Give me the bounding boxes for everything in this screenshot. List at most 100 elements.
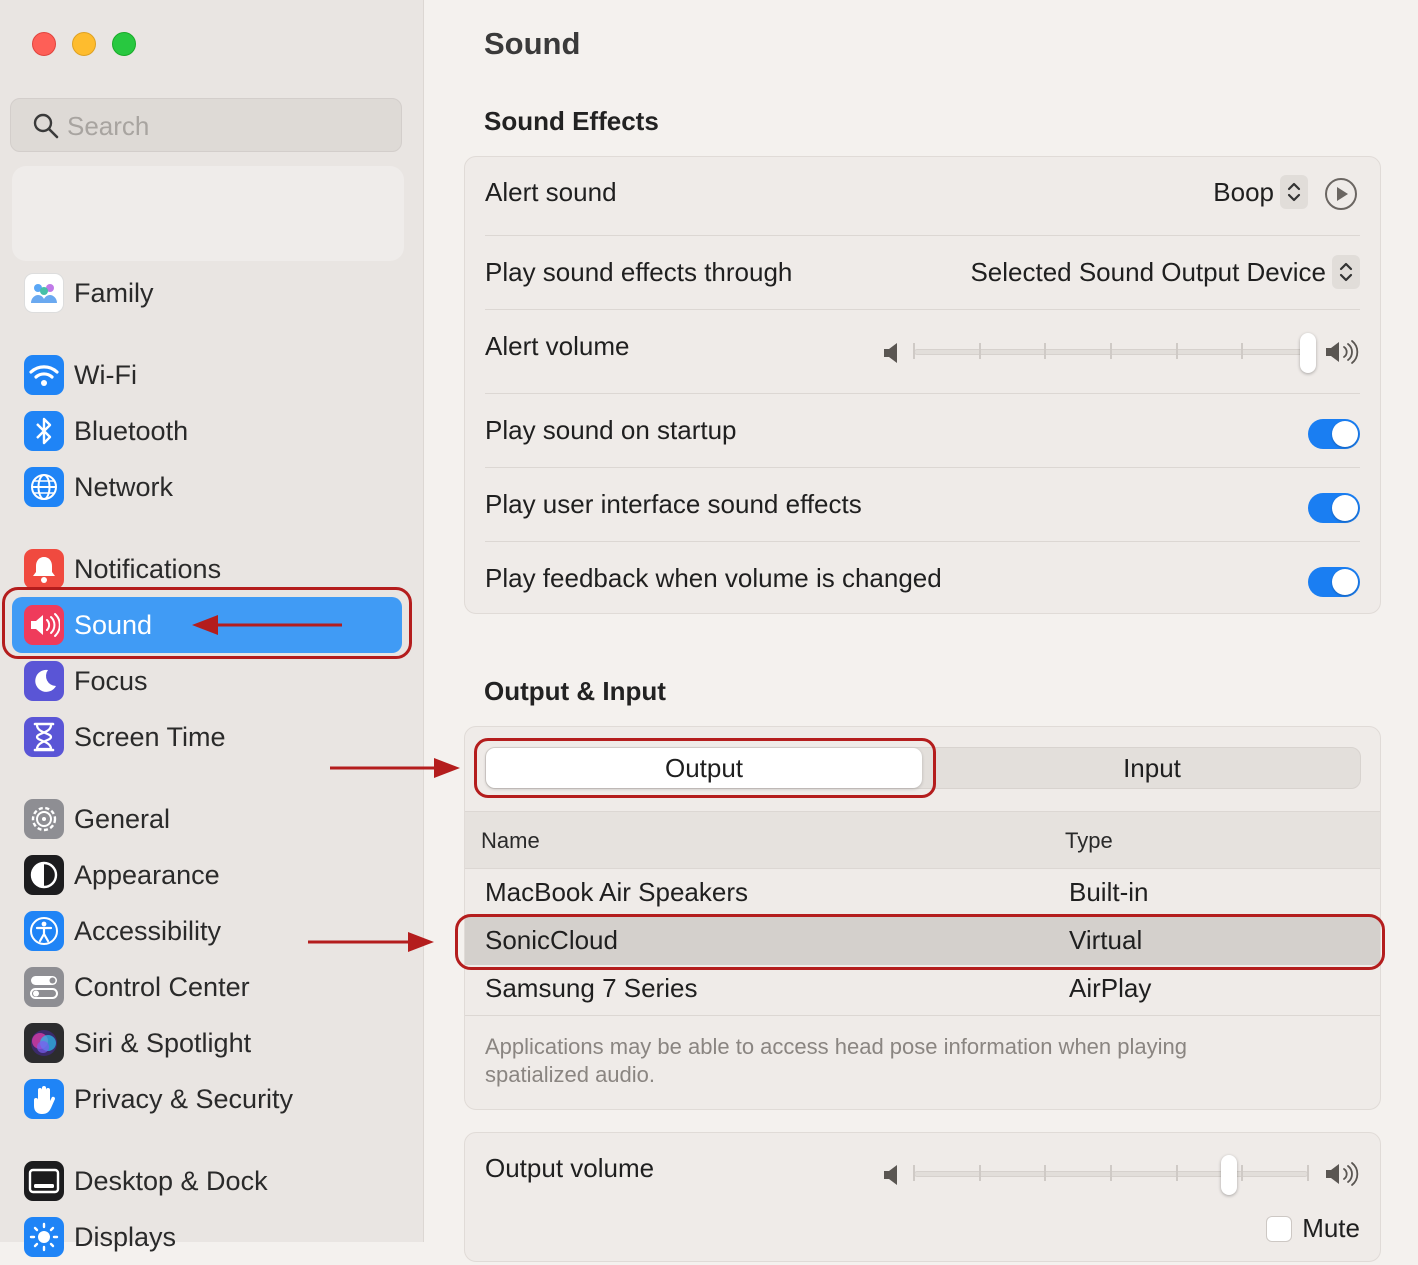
- bluetooth-icon: [24, 411, 64, 451]
- search-input[interactable]: [65, 109, 389, 143]
- slider-tick: [1241, 1165, 1244, 1181]
- zoom-window-button[interactable]: [112, 32, 136, 56]
- sidebar-item-displays[interactable]: Displays: [12, 1209, 402, 1265]
- sidebar-item-privacy-security[interactable]: Privacy & Security: [12, 1071, 402, 1127]
- slider-tick: [1175, 343, 1178, 359]
- alert-volume-label: Alert volume: [485, 331, 630, 361]
- gear-icon: [24, 799, 64, 839]
- sidebar-item-label: Notifications: [74, 554, 222, 584]
- sidebar-item-label: Displays: [74, 1222, 177, 1252]
- divider: [485, 393, 1360, 394]
- sidebar-item-label: Focus: [74, 666, 148, 696]
- device-name: Samsung 7 Series: [485, 973, 698, 1003]
- sidebar-item-desktop-dock[interactable]: Desktop & Dock: [12, 1153, 402, 1209]
- play-alert-sound-button[interactable]: [1324, 177, 1358, 211]
- mute-checkbox[interactable]: [1266, 1215, 1293, 1242]
- annotation-highlight-output-tab: [474, 738, 936, 798]
- slider-tick: [913, 343, 915, 359]
- sidebar-item-appearance[interactable]: Appearance: [12, 847, 402, 903]
- alert-sound-label: Alert sound: [485, 177, 617, 207]
- globe-icon: [24, 467, 64, 507]
- play-through-popup[interactable]: Selected Sound Output Device: [970, 255, 1360, 289]
- annotation-highlight-soniccloud: [455, 914, 1385, 970]
- sidebar-item-general[interactable]: General: [12, 791, 402, 847]
- main-content: Sound Sound Effects Alert sound Boop Pla…: [308, 0, 1418, 1262]
- output-volume-group: Output volume Mute: [464, 1132, 1381, 1262]
- siri-icon: [24, 1023, 64, 1063]
- close-window-button[interactable]: [32, 32, 56, 56]
- wifi-icon: [24, 355, 64, 395]
- output-volume-slider[interactable]: [882, 1153, 1360, 1195]
- volume-low-icon: [884, 343, 897, 363]
- hourglass-icon: [24, 717, 64, 757]
- tab-input[interactable]: Input: [942, 748, 1362, 788]
- alert-volume-slider[interactable]: [882, 331, 1360, 373]
- sidebar-item-label: General: [74, 804, 171, 834]
- sidebar-item-bluetooth[interactable]: Bluetooth: [12, 403, 402, 459]
- hand-icon: [24, 1079, 64, 1119]
- startup-sound-toggle[interactable]: [1308, 419, 1360, 449]
- play-through-label: Play sound effects through: [485, 257, 793, 287]
- divider: [485, 467, 1360, 468]
- slider-tick: [913, 1165, 915, 1181]
- sidebar-item-focus[interactable]: Focus: [12, 653, 402, 709]
- sidebar-item-label: Siri & Spotlight: [74, 1028, 252, 1058]
- slider-tick: [1110, 1165, 1112, 1181]
- mute-label: Mute: [1302, 1213, 1360, 1243]
- sidebar-item-label: Desktop & Dock: [74, 1166, 268, 1196]
- slider-tick: [978, 1165, 981, 1181]
- play-through-row: Play sound effects through Selected Soun…: [485, 237, 1360, 311]
- ui-effects-toggle[interactable]: [1308, 493, 1360, 523]
- slider-thumb[interactable]: [1300, 333, 1316, 373]
- output-volume-row: Output volume: [485, 1133, 1360, 1207]
- sidebar-item-family[interactable]: Family: [12, 265, 402, 321]
- alert-sound-row: Alert sound Boop: [485, 157, 1360, 231]
- divider: [485, 541, 1360, 542]
- device-type: AirPlay: [1069, 973, 1152, 1003]
- device-row-macbook-air-speakers[interactable]: MacBook Air Speakers Built-in: [465, 869, 1380, 917]
- startup-sound-row: Play sound on startup: [485, 395, 1360, 469]
- sidebar: Family Wi-Fi Bluetooth: [0, 0, 424, 1257]
- sidebar-item-label: Family: [74, 278, 154, 308]
- sidebar-item-label: Control Center: [74, 972, 250, 1002]
- sidebar-item-label: Privacy & Security: [74, 1084, 294, 1114]
- annotation-arrow-left: [192, 615, 342, 635]
- sidebar-item-wifi[interactable]: Wi-Fi: [12, 347, 402, 403]
- divider: [485, 235, 1360, 236]
- slider-thumb[interactable]: [1221, 1155, 1238, 1195]
- alert-sound-popup[interactable]: Boop: [1213, 175, 1308, 209]
- dock-icon: [24, 1161, 64, 1201]
- divider: [465, 1015, 1380, 1016]
- search-field[interactable]: [10, 98, 402, 152]
- slider-tick: [1044, 1165, 1047, 1181]
- sound-effects-group: Alert sound Boop Play sound effects thro…: [464, 156, 1381, 614]
- ui-effects-row: Play user interface sound effects: [485, 469, 1360, 543]
- mute-control[interactable]: Mute: [1266, 1213, 1360, 1244]
- volume-low-icon: [884, 1165, 897, 1185]
- volume-high-icon: [1326, 1162, 1359, 1186]
- sidebar-item-label: Bluetooth: [74, 416, 189, 446]
- slider-tick: [1044, 343, 1047, 359]
- annotation-arrow-right-soniccloud: [308, 932, 434, 952]
- sidebar-item-network[interactable]: Network: [12, 459, 402, 515]
- device-type: Built-in: [1069, 877, 1149, 907]
- bell-icon: [24, 549, 64, 589]
- column-header-name[interactable]: Name: [481, 828, 540, 854]
- minimize-window-button[interactable]: [72, 32, 96, 56]
- search-icon: [33, 113, 59, 139]
- volume-feedback-toggle[interactable]: [1308, 567, 1360, 597]
- control-center-icon: [24, 967, 64, 1007]
- slider-tick: [1110, 343, 1112, 359]
- sidebar-item-siri-spotlight[interactable]: Siri & Spotlight: [12, 1015, 402, 1071]
- ui-effects-label: Play user interface sound effects: [485, 489, 862, 519]
- head-pose-note: Applications may be able to access head …: [485, 1034, 1187, 1087]
- chevron-updown-icon: [1332, 255, 1360, 289]
- toggle-knob: [1332, 495, 1358, 521]
- sidebar-item-control-center[interactable]: Control Center: [12, 959, 402, 1015]
- device-row-samsung-7-series[interactable]: Samsung 7 Series AirPlay: [465, 965, 1380, 1013]
- slider-tick: [1175, 1165, 1178, 1181]
- apple-account-card[interactable]: [12, 166, 404, 261]
- moon-icon: [24, 661, 64, 701]
- column-header-type[interactable]: Type: [1065, 828, 1113, 854]
- slider-tick: [1241, 343, 1244, 359]
